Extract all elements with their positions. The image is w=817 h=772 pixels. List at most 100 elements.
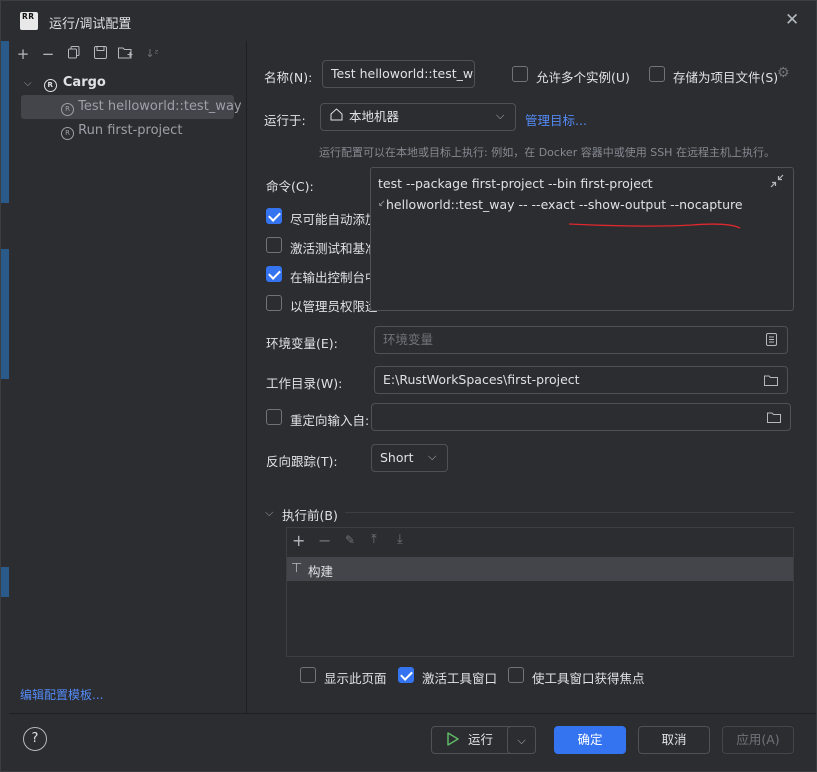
- name-label: 名称(N):: [264, 70, 313, 85]
- document-icon[interactable]: [766, 333, 777, 349]
- run-on-hint: 运行配置可以在本地或目标上执行: 例如，在 Docker 容器中或使用 SSH …: [319, 146, 775, 159]
- before-launch-item-label: 构建: [308, 564, 334, 579]
- redirect-field[interactable]: [371, 403, 791, 431]
- option-label: 在输出控制台中: [290, 270, 378, 285]
- remove-icon[interactable]: −: [318, 531, 331, 550]
- option-label: 以管理员权限运: [290, 299, 378, 314]
- tree-item-label: Run first-project: [78, 123, 183, 138]
- before-launch-item[interactable]: ⊤ 构建: [287, 557, 793, 581]
- new-folder-icon[interactable]: [117, 45, 135, 63]
- play-icon: [447, 732, 459, 749]
- before-launch-list: + − ✎ ⤒ ⤓ ⊤ 构建: [286, 527, 794, 657]
- edit-icon[interactable]: ✎: [345, 533, 355, 547]
- show-page-checkbox[interactable]: [300, 667, 316, 683]
- copy-icon[interactable]: [65, 45, 83, 63]
- activate-tool-checkbox[interactable]: [398, 667, 414, 683]
- add-icon[interactable]: +: [292, 531, 305, 550]
- activate-tool-label: 激活工具窗口: [422, 671, 498, 686]
- focus-tool-label: 使工具窗口获得焦点: [532, 671, 645, 686]
- focus-tool-checkbox[interactable]: [508, 667, 524, 683]
- tree-item-run-first-project[interactable]: R Run first-project: [61, 119, 182, 143]
- chevron-down-icon[interactable]: ⌵: [265, 506, 273, 520]
- chevron-down-icon: ⌵: [24, 78, 32, 89]
- env-label: 环境变量(E):: [266, 336, 338, 351]
- workdir-label: 工作目录(W):: [266, 376, 343, 391]
- run-debug-dialog: RR 运行/调试配置 ✕ + − ↓ᶻ ⌵ R Cargo R Test hel…: [0, 0, 817, 772]
- before-launch-label: 执行前(B): [282, 508, 338, 523]
- tree-item-label: Test helloworld::test_way: [78, 99, 242, 114]
- section-divider: [345, 512, 794, 513]
- sort-icon[interactable]: ↓ᶻ: [143, 45, 161, 63]
- background-window-strip: [1, 249, 9, 379]
- wrap-arrow-icon: ↙: [378, 199, 386, 209]
- command-line-2: helloworld::test_way -- --exact --show-o…: [386, 197, 743, 212]
- tree-item-test-helloworld[interactable]: R Test helloworld::test_way: [61, 95, 242, 119]
- collapse-icon[interactable]: [770, 174, 784, 191]
- backtrace-select[interactable]: Short: [371, 444, 448, 472]
- gear-icon[interactable]: ⚙: [777, 65, 790, 81]
- allow-multiple-label: 允许多个实例(U): [536, 70, 630, 85]
- option-checkbox[interactable]: [266, 295, 282, 311]
- env-field[interactable]: 环境变量: [374, 326, 788, 354]
- folder-icon[interactable]: [764, 374, 778, 389]
- configuration-tree-pane: + − ↓ᶻ ⌵ R Cargo R Test helloworld::test…: [9, 41, 247, 713]
- tree-group-label: Cargo: [62, 75, 106, 90]
- chevron-down-icon: ⌵: [428, 450, 437, 463]
- command-editor-popup[interactable]: test --package first-project --bin first…: [370, 167, 794, 311]
- workdir-field[interactable]: E:\RustWorkSpaces\first-project: [374, 366, 788, 394]
- run-on-label: 运行于:: [264, 113, 306, 128]
- apply-button[interactable]: 应用(A): [722, 726, 794, 754]
- env-placeholder: 环境变量: [383, 332, 434, 347]
- chevron-down-icon: ⌵: [496, 109, 505, 122]
- backtrace-label: 反向跟踪(T):: [266, 454, 338, 469]
- remove-icon[interactable]: −: [39, 45, 57, 63]
- app-logo: RR: [20, 12, 38, 30]
- cargo-run-icon: R: [61, 127, 74, 140]
- run-on-select[interactable]: 本地机器: [320, 103, 516, 131]
- option-checkbox[interactable]: [266, 208, 282, 224]
- option-checkbox[interactable]: [266, 266, 282, 282]
- option-checkbox[interactable]: [266, 237, 282, 253]
- tree-group-cargo[interactable]: ⌵ R Cargo: [24, 71, 106, 95]
- dialog-footer: ? 运行 ⌵ 确定 取消 应用(A): [9, 713, 816, 771]
- chevron-down-icon: ⌵: [517, 734, 526, 747]
- option-label: 激活测试和基准: [290, 241, 378, 256]
- store-as-file-checkbox[interactable]: [649, 66, 665, 82]
- run-on-value: 本地机器: [349, 109, 400, 124]
- move-down-icon[interactable]: ⤓: [397, 532, 403, 547]
- build-icon: ⊤: [291, 561, 303, 576]
- redirect-label: 重定向输入自:: [290, 413, 370, 428]
- allow-multiple-checkbox[interactable]: [512, 66, 528, 82]
- wrap-arrow-icon: ↗: [643, 178, 651, 188]
- dialog-title: 运行/调试配置: [49, 17, 132, 32]
- close-icon[interactable]: ✕: [785, 11, 801, 29]
- redirect-checkbox[interactable]: [266, 409, 282, 425]
- backtrace-value: Short: [380, 450, 414, 465]
- background-window-strip: [1, 41, 9, 203]
- configuration-form: 名称(N): Test helloworld::test_way 允许多个实例(…: [247, 41, 816, 713]
- save-icon[interactable]: [91, 45, 109, 63]
- cargo-icon: R: [43, 79, 57, 92]
- option-label: 尽可能自动添加: [290, 212, 378, 227]
- store-as-file-label: 存储为项目文件(S): [673, 70, 779, 85]
- run-label: 运行: [468, 732, 494, 747]
- show-page-label: 显示此页面: [324, 671, 387, 686]
- edit-templates-link[interactable]: 编辑配置模板...: [20, 686, 103, 703]
- folder-icon[interactable]: [767, 411, 781, 426]
- red-underline-annotation: [568, 223, 741, 229]
- command-label: 命令(C):: [266, 179, 314, 194]
- command-line-1: test --package first-project --bin first…: [378, 176, 653, 191]
- manage-targets-link[interactable]: 管理目标...: [525, 110, 587, 129]
- add-icon[interactable]: +: [14, 45, 32, 63]
- help-icon[interactable]: ?: [23, 727, 47, 751]
- title-bar: RR 运行/调试配置 ✕: [1, 1, 816, 41]
- cancel-button[interactable]: 取消: [638, 726, 710, 754]
- ok-button[interactable]: 确定: [554, 726, 626, 754]
- background-window-strip: [1, 567, 9, 597]
- run-button[interactable]: 运行: [431, 726, 516, 754]
- cargo-test-icon: R: [61, 103, 74, 116]
- name-field[interactable]: Test helloworld::test_way: [322, 60, 475, 88]
- run-dropdown-button[interactable]: ⌵: [507, 726, 536, 754]
- home-icon: [330, 108, 343, 124]
- move-up-icon[interactable]: ⤒: [371, 532, 377, 547]
